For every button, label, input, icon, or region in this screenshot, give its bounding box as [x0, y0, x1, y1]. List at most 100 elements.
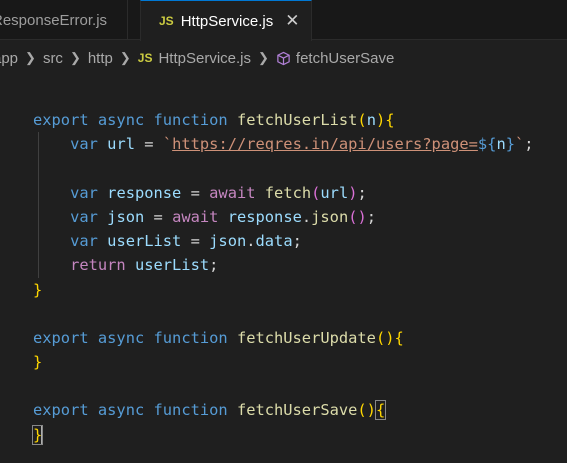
code-token: var	[70, 207, 98, 226]
breadcrumb-item-symbol[interactable]: fetchUserSave	[276, 50, 394, 67]
code-token: export	[33, 328, 89, 347]
code-token: url	[107, 135, 135, 154]
code-token: ;	[209, 256, 219, 275]
code-token: =	[190, 232, 200, 251]
breadcrumb-file-label: HttpService.js	[158, 49, 251, 67]
code-token: return	[70, 256, 126, 275]
code-token: url	[320, 183, 349, 202]
code-token: ;	[357, 183, 367, 202]
code-token: userList	[107, 232, 182, 251]
code-token: await	[209, 183, 256, 202]
code-line: var response = await fetch(url);	[0, 180, 567, 205]
code-token: var	[70, 135, 98, 154]
chevron-right-icon: ❯	[69, 50, 81, 65]
code-token: function	[153, 328, 228, 347]
code-line: }	[0, 423, 567, 447]
code-token: =	[153, 207, 163, 226]
code-token: export	[33, 401, 89, 420]
code-token: fetch	[264, 183, 312, 202]
breadcrumb-item-http[interactable]: http	[88, 50, 113, 67]
indent-guide	[38, 229, 39, 254]
code-token: }	[505, 135, 515, 154]
text-cursor	[41, 426, 44, 445]
code-token: var	[70, 232, 98, 251]
code-token: async	[97, 328, 145, 347]
code-token: {	[374, 400, 387, 421]
code-line: return userList;	[0, 253, 567, 278]
chevron-right-icon: ❯	[25, 50, 36, 65]
javascript-file-icon: JS	[159, 14, 174, 28]
tab-label: ResponseError.js	[0, 11, 108, 29]
tab-label: HttpService.js	[180, 12, 274, 30]
code-token: =	[190, 183, 200, 202]
indent-guide	[38, 180, 39, 205]
code-token: ${	[477, 135, 497, 154]
code-token: ;	[366, 207, 377, 226]
code-token: fetchUserSave	[236, 401, 358, 420]
chevron-right-icon: ❯	[258, 50, 269, 65]
code-token: response	[107, 183, 182, 202]
code-token: (	[357, 111, 367, 130]
code-token: `	[162, 135, 173, 154]
code-token: `	[515, 135, 525, 154]
code-token: n	[496, 135, 506, 154]
code-token: .	[301, 207, 312, 226]
code-token: }	[33, 353, 43, 372]
code-line	[0, 156, 567, 181]
indent-guide	[38, 132, 39, 157]
tab-http-service[interactable]: JS HttpService.js ✕	[140, 0, 312, 41]
code-token: {	[394, 328, 404, 347]
code-token: ()	[375, 328, 395, 347]
javascript-file-icon: JS	[137, 51, 153, 65]
code-token: .	[246, 232, 256, 251]
code-line: var userList = json.data;	[0, 229, 567, 254]
breadcrumb: app ❯ src ❯ http ❯ JS HttpService.js ❯ f…	[0, 44, 394, 72]
code-token: =	[144, 135, 154, 154]
breadcrumb-item-file[interactable]: JS HttpService.js	[138, 50, 251, 67]
code-token: ()	[357, 401, 376, 420]
code-token[interactable]: https://reqres.in/api/users?page=	[172, 135, 478, 153]
code-token: export	[33, 111, 89, 130]
method-cube-icon	[276, 51, 291, 66]
code-token: json	[311, 207, 349, 226]
code-token: function	[153, 111, 228, 130]
code-line: export async function fetchUserList(n){	[0, 108, 567, 132]
code-token: userList	[134, 256, 210, 275]
code-token: data	[255, 232, 293, 251]
code-token: }	[33, 280, 43, 299]
code-line: export async function fetchUserUpdate(){	[0, 326, 567, 350]
code-token: ()	[348, 207, 367, 226]
code-token: )	[348, 183, 358, 202]
close-icon[interactable]: ✕	[285, 11, 299, 31]
code-token: function	[153, 401, 228, 420]
code-token: var	[70, 183, 98, 202]
chevron-right-icon: ❯	[119, 50, 131, 65]
tab-response-error[interactable]: ResponseError.js	[0, 0, 128, 40]
code-token: async	[97, 111, 145, 130]
code-token: (	[311, 183, 321, 202]
code-token: json	[107, 207, 145, 226]
code-token: ;	[524, 135, 534, 154]
editor-tab-bar: ResponseError.js JS HttpService.js ✕	[0, 0, 567, 41]
code-token: json	[209, 232, 247, 251]
breadcrumb-item-src[interactable]: src	[43, 50, 63, 67]
code-line: var json = await response.json();	[0, 204, 567, 230]
code-token: ;	[292, 232, 302, 251]
code-line: export async function fetchUserSave(){	[0, 398, 567, 422]
code-line: }	[0, 278, 567, 302]
indent-guide	[38, 156, 39, 181]
code-editor[interactable]: export async function fetchUserList(n){ …	[0, 84, 567, 447]
code-token: n	[366, 111, 376, 130]
indent-guide	[38, 204, 39, 230]
breadcrumb-item-app[interactable]: app	[0, 50, 18, 67]
code-line: }	[0, 350, 567, 374]
code-token: {	[385, 111, 395, 130]
indent-guide	[38, 253, 39, 278]
code-token: await	[172, 207, 219, 226]
code-token: )	[375, 111, 386, 130]
code-token: async	[97, 401, 145, 420]
code-line: var url = `https://reqres.in/api/users?p…	[0, 132, 567, 157]
